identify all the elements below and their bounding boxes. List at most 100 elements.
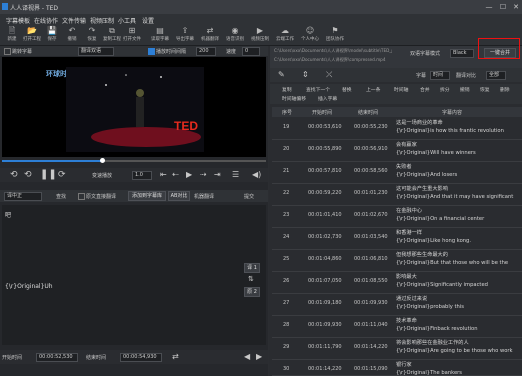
team-collab-button[interactable]: ⚑ 团队协作 xyxy=(325,26,345,43)
rewind-small-icon[interactable]: ⇠ xyxy=(172,170,179,179)
action-timeline[interactable]: 时间轴 xyxy=(394,86,408,93)
speech-recognition-button[interactable]: ◉ 语音识别 xyxy=(225,26,245,43)
table-row[interactable]: 22 00:00:59,220 00:01:01,230 这可能会产生重大影响 {\r}… xyxy=(272,184,522,206)
export-subtitle-button[interactable]: ⇪ 导出字幕 xyxy=(175,26,195,43)
col-content: 字幕内容 xyxy=(442,110,463,116)
volume-icon[interactable]: ◀) xyxy=(252,170,261,179)
snap-checkbox[interactable] xyxy=(4,48,11,55)
swap-time-icon[interactable]: ⇄ xyxy=(172,352,179,361)
edit-mode-select[interactable]: 译中正 xyxy=(4,192,42,201)
table-row[interactable]: 30 00:01:14,220 00:01:15,090 银行家 {\r}Origina… xyxy=(272,360,522,376)
cloud-work-button[interactable]: ☁ 云端工作 xyxy=(275,26,295,43)
table-row[interactable]: 24 00:01:02,730 00:01:03,540 和香港一样 {\r}Origi… xyxy=(272,228,522,250)
action-find-next[interactable]: 查找下一个 xyxy=(306,86,330,93)
redo-button[interactable]: ↷ 恢复 xyxy=(82,26,102,43)
split-icon[interactable]: ⤫ xyxy=(326,70,332,80)
action-merge[interactable]: 合并 xyxy=(420,86,430,93)
personal-center-button[interactable]: ☺ 个人中心 xyxy=(300,26,320,43)
back-icon[interactable]: ⟲ xyxy=(24,170,32,180)
submit-link[interactable]: 提交 xyxy=(244,193,254,200)
video-compress-button[interactable]: ▶ 视频压制 xyxy=(250,26,270,43)
table-row[interactable]: 28 00:01:09,930 00:01:11,040 技术革命 {\r}Origin… xyxy=(272,316,522,338)
start-time-input[interactable]: 00:00:52,530 xyxy=(36,353,78,362)
table-row[interactable]: 23 00:01:01,410 00:01:02,670 在金融中心 {\r}Origi… xyxy=(272,206,522,228)
save-button[interactable]: 💾 保存 xyxy=(42,26,62,43)
swap-icon[interactable]: ⇅ xyxy=(248,275,254,283)
read-subtitle-button[interactable]: ▤ 读取字幕 xyxy=(150,26,170,43)
speed-select[interactable]: 1.0 xyxy=(132,171,152,180)
menu-item[interactable]: 小工具 xyxy=(118,16,136,25)
pause-icon[interactable]: ❚❚ xyxy=(40,169,57,180)
compare-select[interactable]: 全部 xyxy=(486,71,506,80)
seek-bar[interactable] xyxy=(2,158,266,163)
end-time-label: 结束时间 xyxy=(86,355,107,361)
table-row[interactable]: 20 00:00:55,890 00:00:56,910 会有赢家 {\r}Origin… xyxy=(272,140,522,162)
original-down-button[interactable]: 原 2 xyxy=(244,287,260,297)
editor-original-text[interactable]: {\r}Original}Uh xyxy=(5,283,53,290)
menu-item[interactable]: 视频压制 xyxy=(90,16,114,25)
mode-select[interactable]: 翻译双语 xyxy=(78,47,114,56)
direct-translate-link[interactable]: 原文直接翻译 xyxy=(86,193,116,200)
insert-icon: ⊞ xyxy=(128,26,136,35)
subtitle-filter-select[interactable]: 时间 xyxy=(430,71,450,80)
editor-translation-text[interactable]: 吧 xyxy=(5,210,11,219)
open-file-button[interactable]: ⊞ 打开文件 xyxy=(122,26,142,43)
menu-item[interactable]: 文件传输 xyxy=(62,16,86,25)
next-page-icon[interactable]: ▶ xyxy=(256,352,262,361)
action-insert[interactable]: 插入字幕 xyxy=(318,95,337,102)
action-copy[interactable]: 复制 xyxy=(282,86,292,93)
table-row[interactable]: 29 00:01:11,790 00:01:14,220 将会影响那些在金融业工作的人… xyxy=(272,338,522,360)
translate-up-button[interactable]: 译 1 xyxy=(244,263,260,273)
play-small-icon[interactable]: ▶ xyxy=(186,170,192,179)
rewind-icon[interactable]: ⟲ xyxy=(10,170,18,180)
machine-translate-button[interactable]: ⇄ 机器翻译 xyxy=(200,26,220,43)
seek-handle[interactable] xyxy=(100,158,105,163)
volume-input[interactable]: 0 xyxy=(242,47,260,56)
action-replace[interactable]: 替换 xyxy=(342,86,352,93)
minimize-icon[interactable]: — xyxy=(484,2,494,12)
menu-item[interactable]: 设置 xyxy=(142,16,154,25)
rate-input[interactable]: 200 xyxy=(196,47,216,56)
table-row[interactable]: 27 00:01:09,180 00:01:09,930 通过反过来说 {\r}Orig… xyxy=(272,294,522,316)
forward-small-icon[interactable]: ⇢ xyxy=(200,170,207,179)
action-time-offset[interactable]: 时间轴偏移 xyxy=(282,95,306,102)
table-row[interactable]: 21 00:00:57,810 00:00:58,560 失败者 {\r}Origina… xyxy=(272,162,522,184)
next-icon[interactable]: ⇥ xyxy=(214,170,221,179)
highlight-box xyxy=(478,38,520,59)
table-row[interactable]: 19 00:00:53,610 00:00:55,230 这是一场商业的革命 {\r}O… xyxy=(272,118,522,140)
list-icon[interactable]: ☰ xyxy=(232,170,239,179)
action-undo[interactable]: 撤销 xyxy=(460,86,470,93)
folder-icon: 📂 xyxy=(27,26,37,35)
sort-icon[interactable]: ⇕ xyxy=(302,70,309,79)
action-delete[interactable]: 删除 xyxy=(500,86,510,93)
action-split[interactable]: 拆分 xyxy=(440,86,450,93)
copy-project-button[interactable]: ⧉ 复制工程 xyxy=(102,26,122,43)
menu-item[interactable]: 字幕模板 xyxy=(6,16,30,25)
prev-page-icon[interactable]: ◀ xyxy=(244,352,250,361)
action-prev[interactable]: 上一条 xyxy=(366,86,380,93)
person-icon: ☺ xyxy=(305,26,315,35)
lang-mode-select[interactable]: Black xyxy=(450,49,474,58)
prev-icon[interactable]: ⇤ xyxy=(160,170,167,179)
snap-label: 跳转字幕 xyxy=(12,49,33,55)
maximize-icon[interactable]: ☐ xyxy=(498,2,508,12)
find-link[interactable]: 查找 xyxy=(56,193,66,200)
machine-translate-link[interactable]: 机器翻译 xyxy=(194,193,214,200)
pen-icon[interactable]: ✎ xyxy=(278,70,285,79)
ab-compare-button[interactable]: AB对比 xyxy=(168,191,190,201)
open-project-button[interactable]: 📂 打开工程 xyxy=(22,26,42,43)
close-icon[interactable]: ✕ xyxy=(511,2,521,12)
title-bar: 人人译视界 - TED — ☐ ✕ xyxy=(0,0,522,15)
action-redo[interactable]: 恢复 xyxy=(480,86,490,93)
forward-icon[interactable]: ⟳ xyxy=(58,170,66,180)
rate-checkbox[interactable] xyxy=(148,48,155,55)
table-row[interactable]: 25 00:01:04,860 00:01:06,810 但我想那些生命最大的 {\r}… xyxy=(272,250,522,272)
end-time-input[interactable]: 00:00:54,930 xyxy=(120,353,162,362)
subtitle-editor[interactable]: 吧 {\r}Original}Uh 译 1 ⇅ 原 2 xyxy=(2,205,266,345)
add-to-library-button[interactable]: 添加到字幕库 xyxy=(128,191,166,201)
table-row[interactable]: 26 00:01:07,050 00:01:08,550 影响最大 {\r}Origin… xyxy=(272,272,522,294)
menu-item[interactable]: 在线协作 xyxy=(34,16,58,25)
direct-translate-checkbox[interactable] xyxy=(78,193,85,200)
new-button[interactable]: 🗎 新建 xyxy=(2,26,22,43)
undo-button[interactable]: ↶ 撤销 xyxy=(62,26,82,43)
